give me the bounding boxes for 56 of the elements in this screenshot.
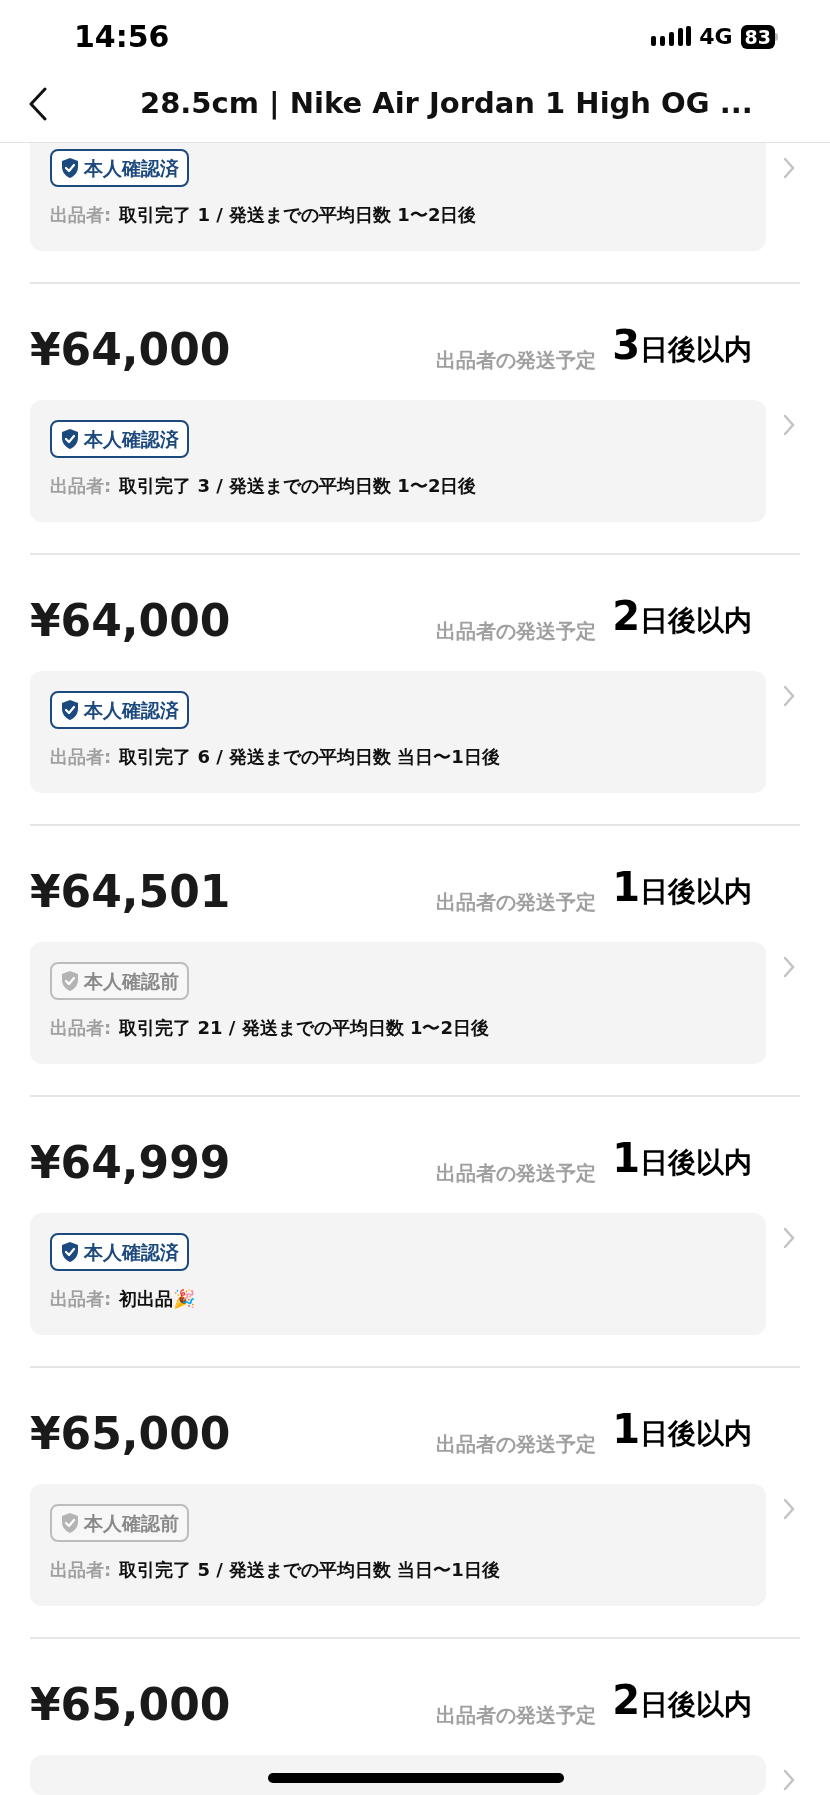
price: ¥65,000 bbox=[30, 1407, 231, 1461]
seller-card[interactable] bbox=[30, 1755, 766, 1795]
price: ¥65,000 bbox=[30, 1678, 231, 1732]
chevron-right-icon bbox=[782, 1227, 796, 1249]
chevron-right-icon bbox=[782, 1769, 796, 1791]
chevron-right-icon bbox=[782, 414, 796, 436]
seller-label: 出品者: bbox=[50, 1287, 112, 1311]
shipping-label: 出品者の発送予定 bbox=[436, 618, 597, 645]
badge-label: 本人確認前 bbox=[84, 1511, 179, 1535]
chevron-right-icon bbox=[782, 685, 796, 707]
badge-label: 本人確認前 bbox=[84, 969, 179, 993]
seller-info: 取引完了 3 / 発送までの平均日数 1〜2日後 bbox=[119, 474, 477, 498]
seller-card[interactable]: 本人確認済 出品者: 取引完了 1 / 発送までの平均日数 1〜2日後 bbox=[30, 143, 766, 251]
seller-card[interactable]: 本人確認済 出品者: 初出品🎉 bbox=[30, 1213, 766, 1335]
page-title: 28.5cm | Nike Air Jordan 1 High OG ... bbox=[139, 84, 753, 122]
price: ¥64,000 bbox=[30, 323, 231, 377]
badge-label: 本人確認済 bbox=[84, 427, 179, 451]
chevron-right-icon bbox=[782, 956, 796, 978]
seller-card[interactable]: 本人確認済 出品者: 取引完了 6 / 発送までの平均日数 当日〜1日後 bbox=[30, 671, 766, 793]
shipping-label: 出品者の発送予定 bbox=[436, 347, 597, 374]
seller-label: 出品者: bbox=[50, 474, 112, 498]
chevron-right-icon bbox=[782, 157, 796, 179]
price: ¥64,999 bbox=[30, 1136, 231, 1190]
shipping-days: 1日後以内 bbox=[612, 1138, 752, 1187]
shipping-label: 出品者の発送予定 bbox=[436, 1431, 597, 1458]
seller-label: 出品者: bbox=[50, 203, 112, 227]
seller-card[interactable]: 本人確認前 出品者: 取引完了 5 / 発送までの平均日数 当日〜1日後 bbox=[30, 1484, 766, 1606]
shipping-label: 出品者の発送予定 bbox=[436, 1160, 597, 1187]
status-time: 14:56 bbox=[74, 18, 170, 56]
badge-label: 本人確認済 bbox=[84, 698, 179, 722]
seller-info: 初出品🎉 bbox=[119, 1287, 196, 1311]
badge-label: 本人確認済 bbox=[84, 1240, 179, 1264]
shipping-label: 出品者の発送予定 bbox=[436, 1702, 597, 1729]
battery-indicator: 83 bbox=[740, 24, 778, 49]
seller-info: 取引完了 5 / 発送までの平均日数 当日〜1日後 bbox=[119, 1558, 500, 1582]
seller-info: 取引完了 6 / 発送までの平均日数 当日〜1日後 bbox=[119, 745, 500, 769]
price: ¥64,000 bbox=[30, 594, 231, 648]
seller-info: 取引完了 1 / 発送までの平均日数 1〜2日後 bbox=[119, 203, 477, 227]
seller-label: 出品者: bbox=[50, 1558, 112, 1582]
back-icon bbox=[28, 86, 48, 121]
price: ¥64,501 bbox=[30, 865, 231, 919]
seller-label: 出品者: bbox=[50, 745, 112, 769]
shipping-days: 1日後以内 bbox=[612, 1409, 752, 1458]
shipping-days: 1日後以内 bbox=[612, 867, 752, 916]
seller-card[interactable]: 本人確認済 出品者: 取引完了 3 / 発送までの平均日数 1〜2日後 bbox=[30, 400, 766, 522]
signal-icon bbox=[651, 25, 692, 48]
network-label: 4G bbox=[699, 23, 733, 51]
shipping-days: 2 日後以内 bbox=[612, 1680, 752, 1729]
badge-label: 本人確認済 bbox=[84, 156, 179, 180]
shipping-label: 出品者の発送予定 bbox=[436, 889, 597, 916]
seller-info: 取引完了 21 / 発送までの平均日数 1〜2日後 bbox=[119, 1016, 489, 1040]
seller-card[interactable]: 本人確認前 出品者: 取引完了 21 / 発送までの平均日数 1〜2日後 bbox=[30, 942, 766, 1064]
chevron-right-icon bbox=[782, 1498, 796, 1520]
shipping-days: 2 日後以内 bbox=[612, 596, 752, 645]
shipping-days: 3 日後以内 bbox=[612, 325, 752, 374]
seller-label: 出品者: bbox=[50, 1016, 112, 1040]
